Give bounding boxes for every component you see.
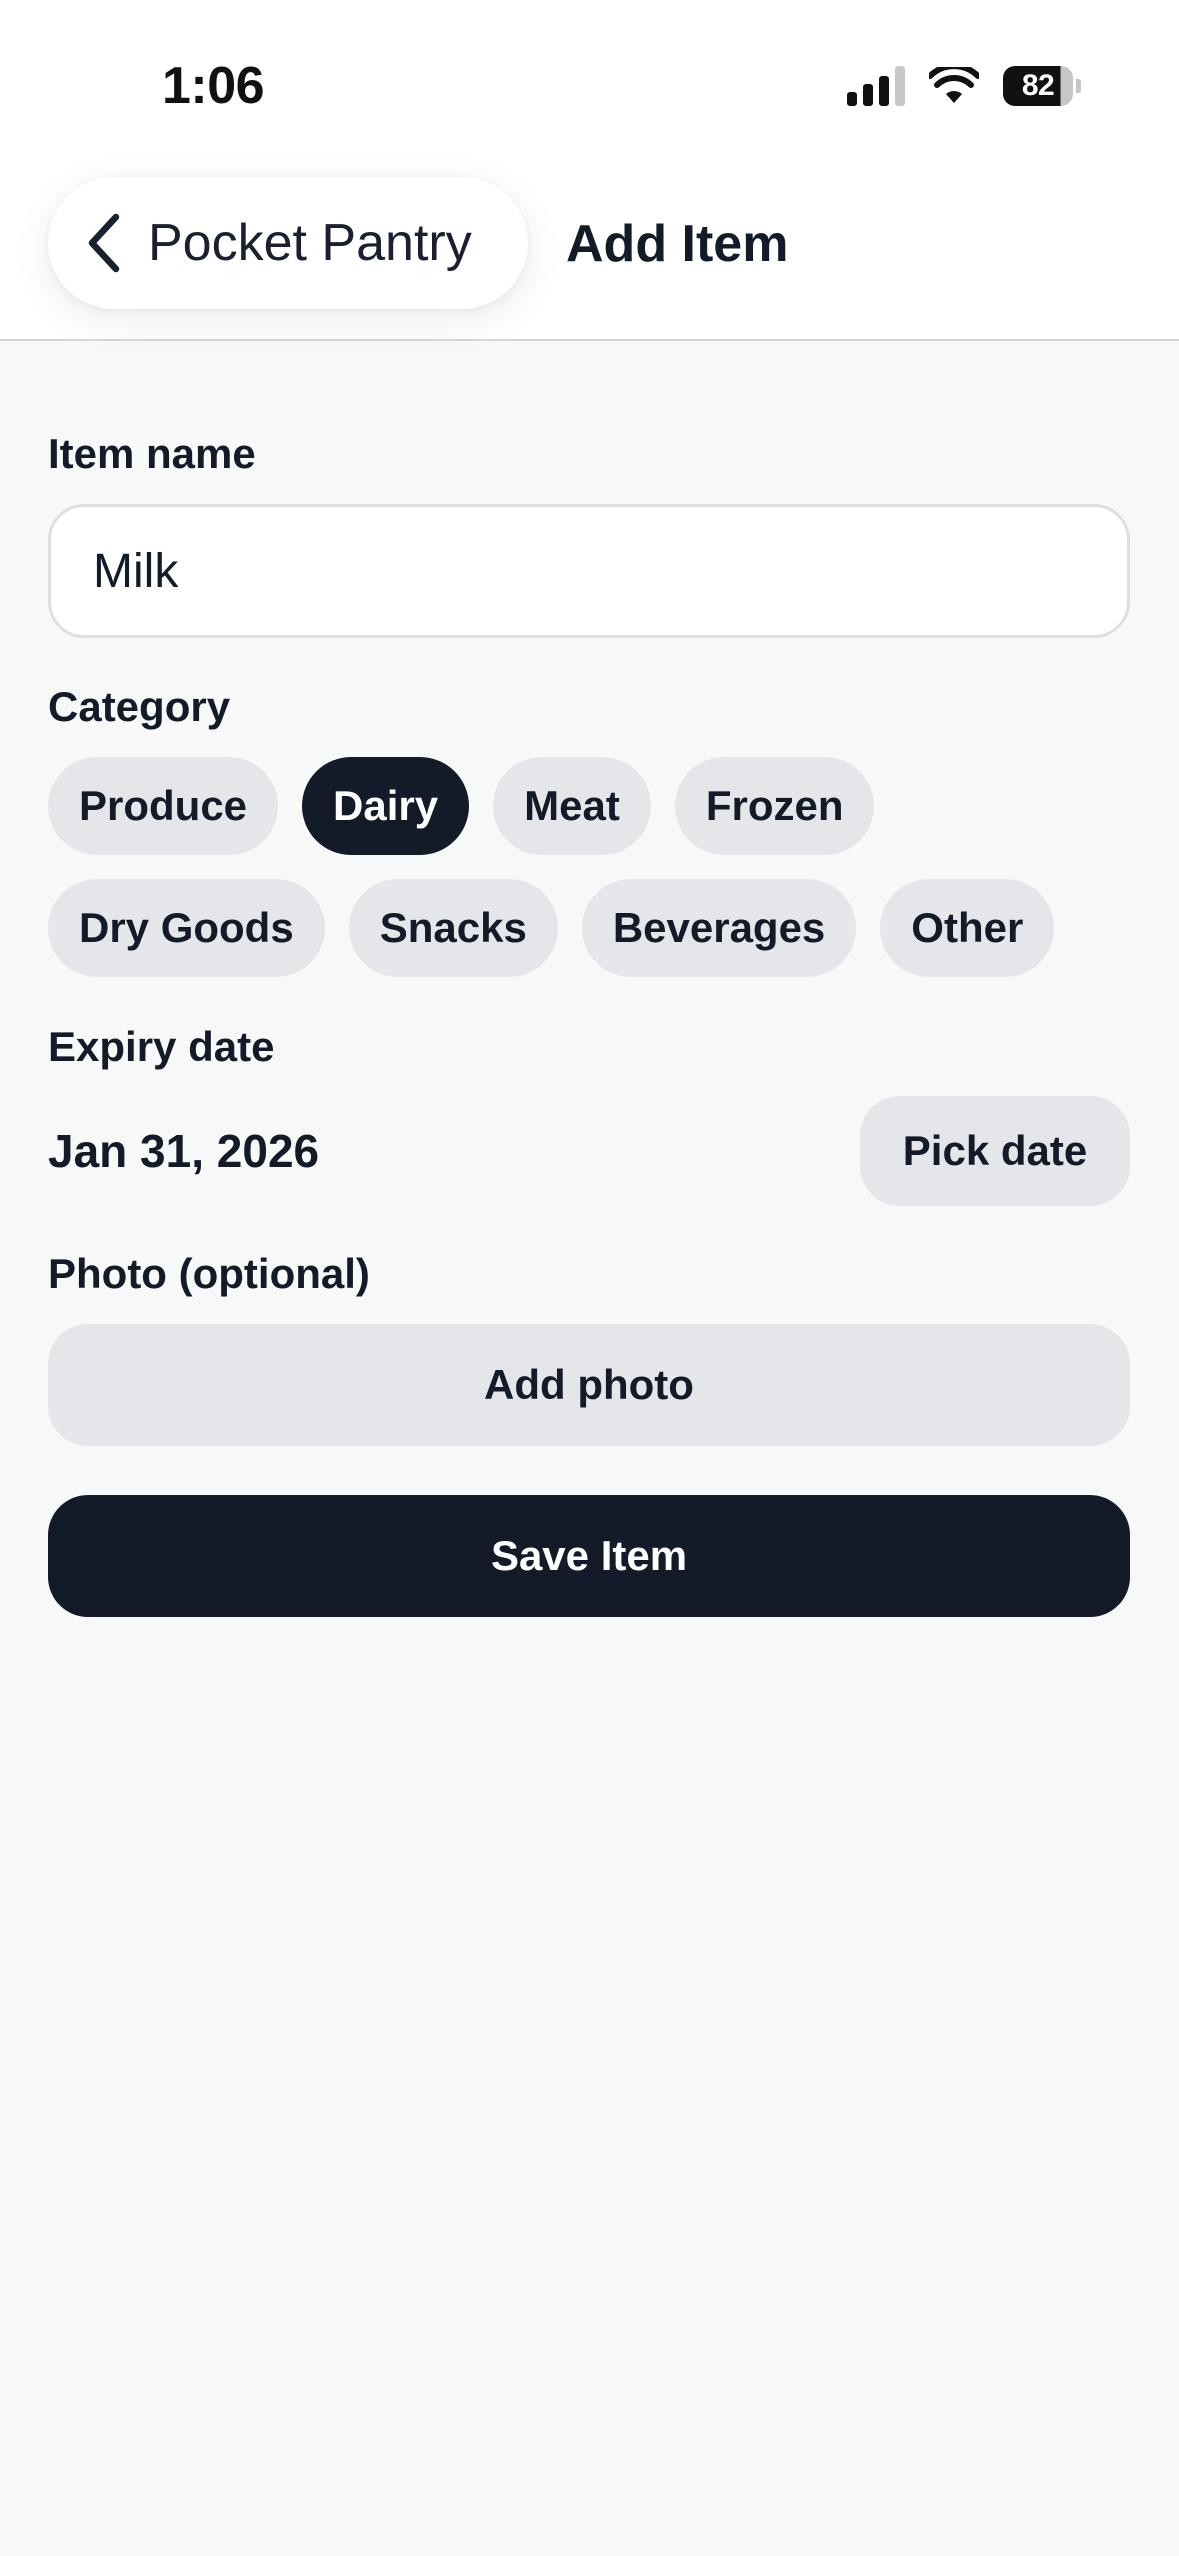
category-chip-meat[interactable]: Meat (493, 757, 651, 855)
category-row-1: Produce Dairy Meat Frozen (48, 757, 1148, 855)
add-photo-button[interactable]: Add photo (48, 1324, 1130, 1446)
save-item-button[interactable]: Save Item (48, 1495, 1130, 1617)
category-chip-beverages[interactable]: Beverages (581, 879, 857, 977)
item-name-label: Item name (48, 430, 256, 477)
battery-level: 82 (1003, 66, 1073, 106)
expiry-date-value: Jan 31, 2026 (48, 1125, 320, 1177)
expiry-date-label: Expiry date (48, 1023, 275, 1070)
category-row-2: Dry Goods Snacks Beverages Other (48, 879, 1148, 977)
item-name-input[interactable] (48, 504, 1130, 638)
category-chip-dairy[interactable]: Dairy (302, 757, 470, 855)
category-chip-other[interactable]: Other (880, 879, 1055, 977)
category-label: Category (48, 683, 231, 730)
category-chip-dry-goods[interactable]: Dry Goods (48, 879, 325, 977)
photo-label: Photo (optional) (48, 1250, 370, 1297)
category-chips: Produce Dairy Meat Frozen Dry Goods Snac… (48, 757, 1148, 1001)
header-area: 1:06 82 Pocket Pantry Add Item (0, 0, 1179, 341)
pick-date-button[interactable]: Pick date (860, 1096, 1130, 1206)
category-chip-produce[interactable]: Produce (48, 757, 279, 855)
status-icons: 82 (847, 60, 1081, 112)
battery-icon: 82 (1003, 66, 1081, 106)
back-button-label: Pocket Pantry (148, 214, 472, 272)
page-title: Add Item (566, 215, 789, 273)
cellular-signal-icon (847, 66, 905, 106)
back-button[interactable]: Pocket Pantry (48, 177, 528, 309)
chevron-left-icon (88, 213, 120, 273)
status-time: 1:06 (162, 57, 265, 115)
category-chip-snacks[interactable]: Snacks (348, 879, 558, 977)
category-chip-frozen[interactable]: Frozen (674, 757, 875, 855)
wifi-icon (929, 67, 979, 105)
